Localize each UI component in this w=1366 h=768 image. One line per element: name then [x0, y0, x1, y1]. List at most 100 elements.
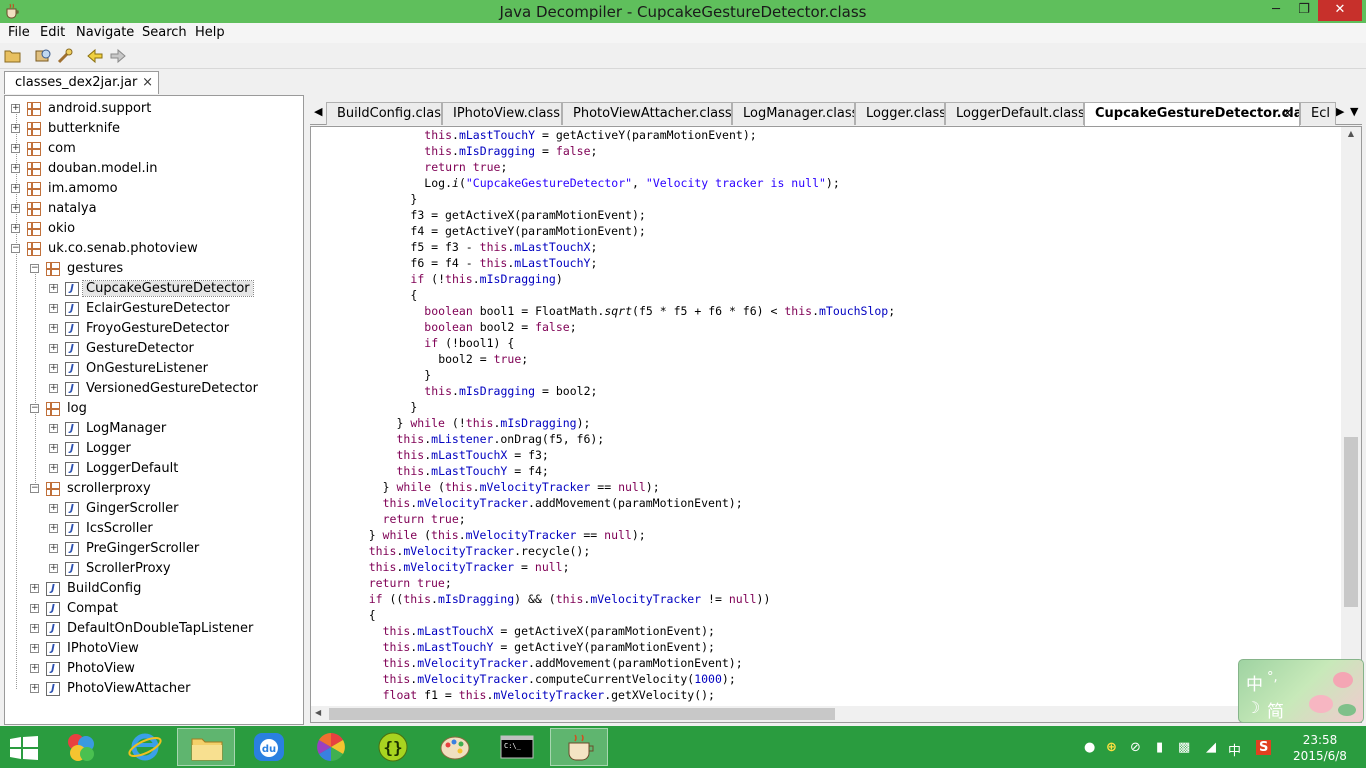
- open-folder-icon[interactable]: [4, 48, 22, 64]
- tree-class-item[interactable]: + J LogManager: [5, 419, 301, 439]
- tree-package-item[interactable]: + im.amomo: [5, 179, 301, 199]
- scroll-left-icon[interactable]: ◀: [315, 708, 321, 717]
- editor-tab[interactable]: Ecl: [1300, 102, 1336, 125]
- open-type-icon[interactable]: [34, 48, 52, 64]
- expand-toggle-icon[interactable]: +: [11, 124, 20, 133]
- tray-qq-icon[interactable]: ●: [1084, 740, 1095, 755]
- file-tab[interactable]: classes_dex2jar.jar ×: [4, 71, 159, 94]
- taskbar-java-decompiler[interactable]: [550, 728, 608, 766]
- collapse-toggle-icon[interactable]: −: [30, 404, 39, 413]
- expand-toggle-icon[interactable]: +: [11, 224, 20, 233]
- menu-search[interactable]: Search: [142, 25, 187, 40]
- editor-tab[interactable]: PhotoViewAttacher.class: [562, 102, 732, 125]
- ime-moon-icon[interactable]: ☽: [1246, 698, 1260, 717]
- expand-toggle-icon[interactable]: +: [30, 664, 39, 673]
- tree-class-item[interactable]: + J OnGestureListener: [5, 359, 301, 379]
- maximize-button[interactable]: ❐: [1290, 0, 1318, 21]
- back-arrow-icon[interactable]: [86, 48, 104, 64]
- expand-toggle-icon[interactable]: +: [30, 644, 39, 653]
- expand-toggle-icon[interactable]: +: [49, 544, 58, 553]
- ime-simplified-mode[interactable]: 简: [1267, 697, 1284, 722]
- tree-class-item[interactable]: + J DefaultOnDoubleTapListener: [5, 619, 301, 639]
- tree-package-item[interactable]: + okio: [5, 219, 301, 239]
- ime-punctuation-mode[interactable]: °,: [1267, 670, 1278, 685]
- tree-class-item[interactable]: + J GestureDetector: [5, 339, 301, 359]
- collapse-toggle-icon[interactable]: −: [30, 264, 39, 273]
- taskbar-paint-app[interactable]: [426, 728, 484, 766]
- editor-tab[interactable]: IPhotoView.class: [442, 102, 562, 125]
- menu-navigate[interactable]: Navigate: [76, 25, 134, 40]
- tree-class-item[interactable]: + J LoggerDefault: [5, 459, 301, 479]
- tree-package-item[interactable]: − scrollerproxy: [5, 479, 301, 499]
- tree-package-item[interactable]: − uk.co.senab.photoview: [5, 239, 301, 259]
- vertical-scrollbar[interactable]: ▲: [1341, 127, 1361, 707]
- taskbar-json-app[interactable]: {}: [364, 728, 422, 766]
- menu-edit[interactable]: Edit: [40, 25, 65, 40]
- tree-class-item[interactable]: + J GingerScroller: [5, 499, 301, 519]
- taskbar-color-balls-app[interactable]: [52, 728, 110, 766]
- expand-toggle-icon[interactable]: +: [30, 624, 39, 633]
- expand-toggle-icon[interactable]: +: [49, 384, 58, 393]
- expand-toggle-icon[interactable]: +: [11, 204, 20, 213]
- expand-toggle-icon[interactable]: +: [11, 144, 20, 153]
- expand-toggle-icon[interactable]: +: [49, 424, 58, 433]
- tree-package-item[interactable]: + com: [5, 139, 301, 159]
- collapse-toggle-icon[interactable]: −: [30, 484, 39, 493]
- tab-scroll-left-icon[interactable]: ◀: [314, 105, 322, 118]
- tree-class-item[interactable]: + J PreGingerScroller: [5, 539, 301, 559]
- forward-arrow-icon[interactable]: [109, 48, 127, 64]
- menu-file[interactable]: File: [8, 25, 30, 40]
- tree-class-item[interactable]: + J IcsScroller: [5, 519, 301, 539]
- menu-help[interactable]: Help: [195, 25, 225, 40]
- expand-toggle-icon[interactable]: +: [49, 464, 58, 473]
- minimize-button[interactable]: ─: [1262, 0, 1290, 21]
- tree-package-item[interactable]: + douban.model.in: [5, 159, 301, 179]
- tree-package-item[interactable]: + natalya: [5, 199, 301, 219]
- file-tab-close[interactable]: ×: [142, 75, 153, 90]
- source-code[interactable]: this.mLastTouchY = getActiveY(paramMotio…: [311, 127, 1339, 707]
- tray-volume-icon[interactable]: ◢: [1206, 740, 1216, 755]
- expand-toggle-icon[interactable]: +: [30, 604, 39, 613]
- taskbar-color-wheel-app[interactable]: [302, 728, 360, 766]
- system-clock[interactable]: 23:58 2015/6/8: [1290, 732, 1350, 764]
- tray-network-icon[interactable]: ▩: [1178, 740, 1190, 755]
- code-editor[interactable]: this.mLastTouchY = getActiveY(paramMotio…: [310, 126, 1362, 723]
- tree-class-item[interactable]: + J CupcakeGestureDetector: [5, 279, 301, 299]
- tray-usb-icon[interactable]: ▮: [1156, 740, 1163, 755]
- expand-toggle-icon[interactable]: +: [30, 684, 39, 693]
- search-tool-icon[interactable]: [56, 48, 74, 64]
- tree-class-item[interactable]: + J ScrollerProxy: [5, 559, 301, 579]
- tree-class-item[interactable]: + J PhotoView: [5, 659, 301, 679]
- expand-toggle-icon[interactable]: +: [49, 364, 58, 373]
- tree-class-item[interactable]: + J Logger: [5, 439, 301, 459]
- tree-class-item[interactable]: + J BuildConfig: [5, 579, 301, 599]
- editor-tab[interactable]: LogManager.class: [732, 102, 855, 125]
- close-button[interactable]: ✕: [1318, 0, 1362, 21]
- expand-toggle-icon[interactable]: +: [49, 284, 58, 293]
- tab-scroll-right-icon[interactable]: ▶: [1336, 105, 1344, 118]
- collapse-toggle-icon[interactable]: −: [11, 244, 20, 253]
- expand-toggle-icon[interactable]: +: [30, 584, 39, 593]
- horizontal-scrollbar[interactable]: ◀: [311, 706, 1341, 722]
- taskbar-baidu-app[interactable]: du: [240, 728, 298, 766]
- editor-tab[interactable]: LoggerDefault.class: [945, 102, 1084, 125]
- expand-toggle-icon[interactable]: +: [11, 164, 20, 173]
- tree-class-item[interactable]: + J FroyoGestureDetector: [5, 319, 301, 339]
- tree-package-item[interactable]: + android.support: [5, 99, 301, 119]
- editor-tab[interactable]: BuildConfig.class: [326, 102, 442, 125]
- tree-class-item[interactable]: + J EclairGestureDetector: [5, 299, 301, 319]
- tree-class-item[interactable]: + J PhotoViewAttacher: [5, 679, 301, 699]
- expand-toggle-icon[interactable]: +: [49, 444, 58, 453]
- ime-status-widget[interactable]: 中 °, ☽ 简: [1238, 659, 1364, 723]
- expand-toggle-icon[interactable]: +: [49, 504, 58, 513]
- vertical-scroll-thumb[interactable]: [1344, 437, 1358, 607]
- tree-class-item[interactable]: + J VersionedGestureDetector: [5, 379, 301, 399]
- editor-tab-close[interactable]: ×: [1282, 106, 1293, 121]
- tree-class-item[interactable]: + J Compat: [5, 599, 301, 619]
- editor-tab[interactable]: CupcakeGestureDetector.class ×: [1084, 102, 1300, 126]
- taskbar-file-explorer[interactable]: [177, 728, 235, 766]
- expand-toggle-icon[interactable]: +: [49, 344, 58, 353]
- tree-class-item[interactable]: + J IPhotoView: [5, 639, 301, 659]
- expand-toggle-icon[interactable]: +: [11, 184, 20, 193]
- tray-antivirus-icon[interactable]: S: [1256, 740, 1272, 755]
